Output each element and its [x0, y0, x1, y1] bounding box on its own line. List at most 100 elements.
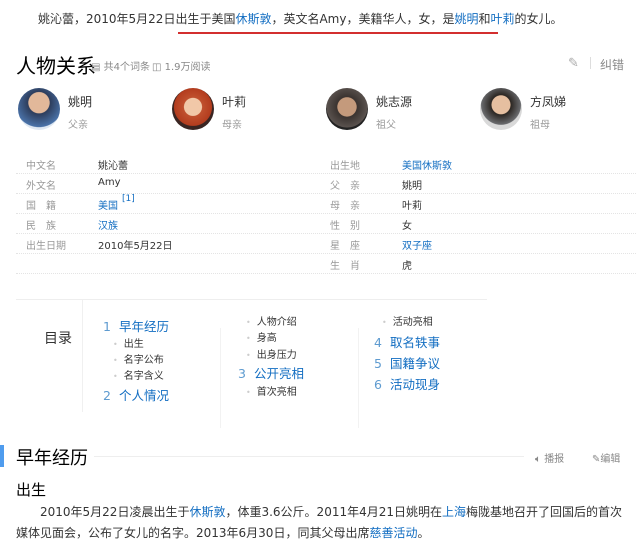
entries-text: 共4个词条: [103, 62, 151, 73]
toc-subitem[interactable]: 身高: [246, 329, 277, 344]
person-card[interactable]: 叶莉 母亲: [172, 88, 246, 131]
person-relation: 母亲: [222, 120, 242, 131]
divider: [82, 300, 83, 412]
avatar[interactable]: [480, 88, 522, 130]
intro-text: 的女儿。: [514, 12, 563, 26]
person-card[interactable]: 姚明 父亲: [18, 88, 92, 131]
intro-summary: 姚沁蕾，2010年5月22日出生于美国休斯敦，英文名Amy，美籍华人，女，是姚明…: [38, 10, 563, 27]
toc-item-3[interactable]: 3 公开亮相: [238, 363, 304, 382]
toc-label[interactable]: 取名轶事: [390, 335, 440, 350]
info-row: 出生日期 2010年5月22日 星 座 双子座: [16, 234, 636, 254]
person-name[interactable]: 姚明: [68, 93, 92, 110]
info-row: 中文名 姚沁蕾 出生地 美国休斯敦: [16, 154, 636, 174]
book-icon: ◫: [152, 62, 165, 73]
toc-label[interactable]: 个人情况: [119, 388, 169, 403]
reads-text: 1.9万阅读: [164, 62, 211, 73]
para-text: 2010年5月22日凌晨出生于: [40, 505, 190, 519]
divider: [94, 456, 524, 457]
section-paragraph: 2010年5月22日凌晨出生于休斯敦，体重3.6公斤。2011年4月21日姚明在…: [16, 502, 628, 544]
red-underline-annotation: [178, 32, 498, 34]
info-value-link[interactable]: 汉族: [98, 217, 118, 232]
info-value-link[interactable]: 美国: [98, 197, 118, 212]
reference-link[interactable]: [1]: [122, 194, 135, 204]
toc-item-2[interactable]: 2 个人情况: [103, 385, 169, 404]
toc-subitem[interactable]: 活动亮相: [382, 313, 433, 328]
person-name[interactable]: 叶莉: [222, 93, 246, 110]
link-houston[interactable]: 休斯敦: [235, 12, 271, 26]
info-label: 母 亲: [330, 201, 360, 212]
link-ye-li[interactable]: 叶莉: [491, 12, 515, 26]
avatar[interactable]: [18, 88, 60, 130]
relations-title: 人物关系: [16, 54, 96, 78]
person-relation: 祖父: [376, 120, 396, 131]
play-label[interactable]: 播报: [544, 454, 564, 465]
section-accent-bar: [0, 445, 4, 467]
link-shanghai[interactable]: 上海: [442, 505, 466, 519]
edit-button[interactable]: ✎编辑: [592, 450, 620, 465]
toc-item-1[interactable]: 1 早年经历: [103, 316, 169, 335]
person-relation: 父亲: [68, 120, 88, 131]
toc-number: 6: [374, 377, 382, 392]
toc-subitem[interactable]: 名字含义: [113, 367, 164, 382]
pencil-icon[interactable]: ✎: [568, 56, 579, 71]
toc-number: 4: [374, 335, 382, 350]
toc-label[interactable]: 早年经历: [119, 319, 169, 334]
toc-subitem[interactable]: 首次亮相: [246, 383, 297, 398]
person-relation: 祖母: [530, 120, 550, 131]
table-of-contents: 目录 1 早年经历 出生 名字公布 名字含义 2 个人情况 人物介绍 身高 出身压力…: [16, 299, 487, 428]
toc-item-4[interactable]: 4 取名轶事: [374, 332, 440, 351]
info-value: 虎: [402, 261, 412, 272]
info-value: 姚明: [402, 181, 422, 192]
person-card[interactable]: 姚志源 祖父: [326, 88, 412, 131]
info-value-link[interactable]: 双子座: [402, 237, 432, 252]
info-label: 性 别: [330, 221, 360, 232]
avatar[interactable]: [326, 88, 368, 130]
info-label: 外文名: [26, 181, 56, 192]
divider: [590, 57, 591, 69]
toc-subitem[interactable]: 出身压力: [246, 346, 297, 361]
toc-number: 1: [103, 319, 111, 334]
info-label: 出生地: [330, 161, 360, 172]
toc-label[interactable]: 活动现身: [390, 377, 440, 392]
intro-text: 姚沁蕾，2010年5月22日出生于美国: [38, 12, 236, 26]
info-value-link[interactable]: 美国休斯敦: [402, 157, 452, 172]
para-text: ，体重3.6公斤。2011年4月21日姚明在: [225, 505, 442, 519]
intro-text: ，英文名Amy，美籍华人，女，是: [271, 12, 455, 26]
info-label: 国 籍: [26, 201, 56, 212]
person-card[interactable]: 方凤娣 祖母: [480, 88, 566, 131]
toc-item-6[interactable]: 6 活动现身: [374, 374, 440, 393]
toc-number: 5: [374, 356, 382, 371]
correct-error-link[interactable]: 纠错: [600, 56, 624, 73]
toc-subitem[interactable]: 名字公布: [113, 351, 164, 366]
toc-subitem[interactable]: 人物介绍: [246, 313, 297, 328]
avatar[interactable]: [172, 88, 214, 130]
link-yao-ming[interactable]: 姚明: [454, 12, 478, 26]
subsection-title: 出生: [16, 481, 47, 499]
person-name[interactable]: 方凤娣: [530, 93, 566, 110]
info-label: 生 肖: [330, 261, 360, 272]
toc-label[interactable]: 公开亮相: [254, 366, 304, 381]
entries-count: ▤ 共4个词条: [91, 58, 150, 73]
toc-label[interactable]: 国籍争议: [390, 356, 440, 371]
link-charity[interactable]: 慈善活动: [369, 526, 417, 540]
info-value: 2010年5月22日: [98, 241, 173, 252]
info-value: 姚沁蕾: [98, 161, 128, 172]
divider: [358, 328, 359, 428]
info-value: 叶莉: [402, 201, 422, 212]
toc-subitem[interactable]: 出生: [113, 335, 144, 350]
toc-title: 目录: [44, 331, 72, 347]
info-value: Amy: [98, 177, 121, 188]
edit-label[interactable]: 编辑: [600, 454, 620, 465]
toc-item-5[interactable]: 5 国籍争议: [374, 353, 440, 372]
info-label: 民 族: [26, 221, 56, 232]
person-name[interactable]: 姚志源: [376, 93, 412, 110]
info-row: 外文名 Amy 父 亲 姚明: [16, 174, 636, 194]
list-icon: ▤: [91, 62, 104, 73]
toc-number: 3: [238, 366, 246, 381]
toc-number: 2: [103, 388, 111, 403]
info-value: 女: [402, 221, 412, 232]
info-row: 生 肖虎: [16, 254, 636, 274]
play-audio-button[interactable]: 🔈︎ 播报: [535, 450, 564, 465]
link-houston[interactable]: 休斯敦: [189, 505, 225, 519]
info-label: 出生日期: [26, 241, 66, 252]
